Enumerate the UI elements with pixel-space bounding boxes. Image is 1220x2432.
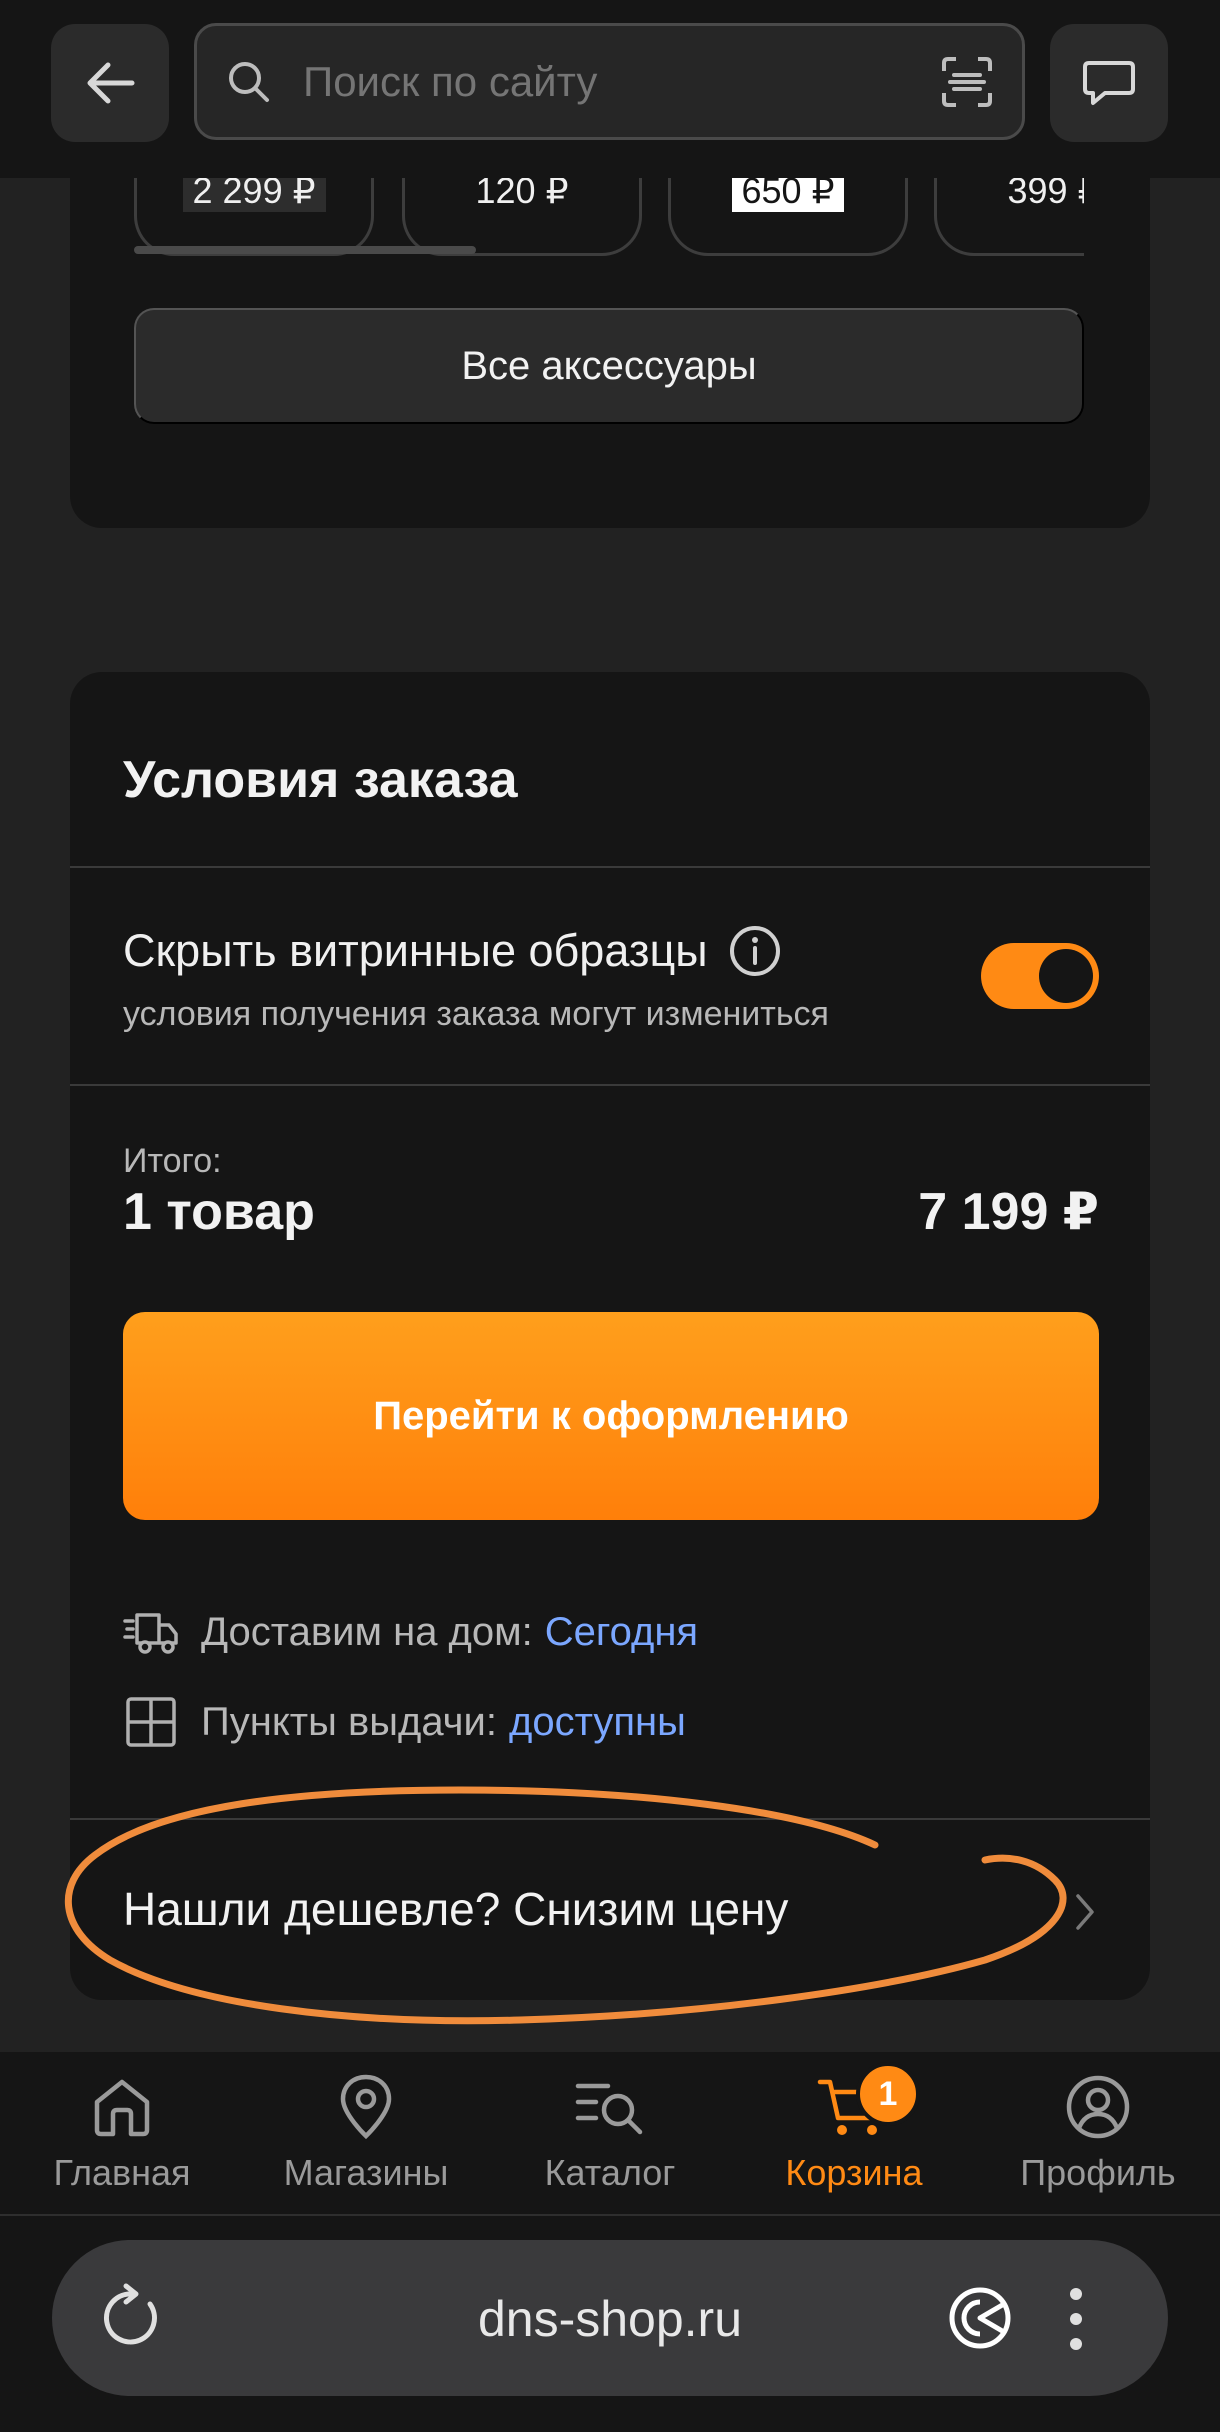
hide-samples-title: Скрыть витринные образцы bbox=[123, 925, 708, 976]
hide-samples-subtitle: условия получения заказа могут изменитьс… bbox=[123, 995, 829, 1033]
hide-samples-toggle[interactable] bbox=[981, 943, 1099, 1009]
tab-switcher-icon[interactable] bbox=[944, 2282, 1016, 2354]
nav-label-home: Главная bbox=[53, 2152, 191, 2193]
total-label: Итого: bbox=[123, 1142, 222, 1180]
pickup-label: Пункты выдачи: bbox=[201, 1699, 497, 1744]
address-bar[interactable]: dns-shop.ru bbox=[52, 2240, 1168, 2396]
home-delivery-row: Доставим на дом: Сегодня bbox=[123, 1602, 698, 1662]
nav-item-profile[interactable]: Профиль bbox=[976, 2052, 1220, 2214]
checkout-button[interactable]: Перейти к оформлению bbox=[123, 1312, 1099, 1520]
scan-icon[interactable] bbox=[940, 55, 994, 109]
order-conditions-card: Условия заказа Скрыть витринные образцы … bbox=[70, 672, 1150, 2000]
home-icon bbox=[94, 2079, 150, 2137]
info-icon[interactable] bbox=[728, 924, 782, 978]
map-pin-icon bbox=[340, 2074, 392, 2140]
more-menu-icon[interactable] bbox=[1064, 2286, 1088, 2352]
chevron-right-icon bbox=[1076, 1894, 1094, 1930]
browser-toolbar: dns-shop.ru bbox=[0, 2216, 1220, 2432]
scrollbar-thumb[interactable] bbox=[134, 246, 476, 254]
toggle-knob bbox=[1039, 949, 1093, 1003]
total-item-count: 1 товар bbox=[123, 1183, 315, 1241]
delivery-truck-icon bbox=[123, 1604, 179, 1660]
total-price: 7 199 ₽ bbox=[918, 1183, 1099, 1241]
nav-item-cart[interactable]: 1 Корзина bbox=[732, 2052, 976, 2214]
nav-label-profile: Профиль bbox=[1020, 2152, 1176, 2193]
hide-samples-row: Скрыть витринные образцы bbox=[123, 924, 782, 978]
accessories-scrollbar[interactable] bbox=[134, 246, 1084, 254]
profile-icon bbox=[1066, 2075, 1130, 2139]
chat-button[interactable] bbox=[1050, 24, 1168, 142]
found-cheaper-link[interactable]: Нашли дешевле? Снизим цену bbox=[123, 1882, 788, 1936]
nav-item-catalog[interactable]: Каталог bbox=[488, 2052, 732, 2214]
chat-bubble-icon bbox=[1083, 61, 1135, 105]
all-accessories-button[interactable]: Все аксессуары bbox=[134, 308, 1084, 424]
order-conditions-title: Условия заказа bbox=[123, 751, 518, 809]
nav-item-home[interactable]: Главная bbox=[0, 2052, 244, 2214]
catalog-search-icon bbox=[575, 2083, 643, 2135]
pickup-grid-icon bbox=[123, 1694, 179, 1750]
nav-label-stores: Магазины bbox=[283, 2152, 449, 2193]
top-header bbox=[0, 0, 1220, 178]
nav-label-cart: Корзина bbox=[785, 2152, 923, 2193]
pickup-link[interactable]: доступны bbox=[509, 1700, 686, 1745]
cart-count-badge: 1 bbox=[856, 2062, 920, 2126]
pickup-row: Пункты выдачи: доступны bbox=[123, 1692, 686, 1752]
home-delivery-label: Доставим на дом: bbox=[201, 1609, 533, 1654]
back-button[interactable] bbox=[51, 24, 169, 142]
nav-label-catalog: Каталог bbox=[544, 2152, 676, 2193]
search-bar[interactable] bbox=[194, 23, 1025, 140]
search-input[interactable] bbox=[303, 57, 940, 106]
home-delivery-link[interactable]: Сегодня bbox=[545, 1610, 698, 1655]
divider bbox=[70, 1818, 1150, 1820]
bottom-navigation: Главная Магазины Каталог 1 Корзина Профи… bbox=[0, 2052, 1220, 2214]
search-icon bbox=[229, 61, 269, 102]
divider bbox=[70, 866, 1150, 868]
divider bbox=[70, 1084, 1150, 1086]
arrow-left-icon bbox=[87, 62, 135, 104]
nav-item-stores[interactable]: Магазины bbox=[244, 2052, 488, 2214]
